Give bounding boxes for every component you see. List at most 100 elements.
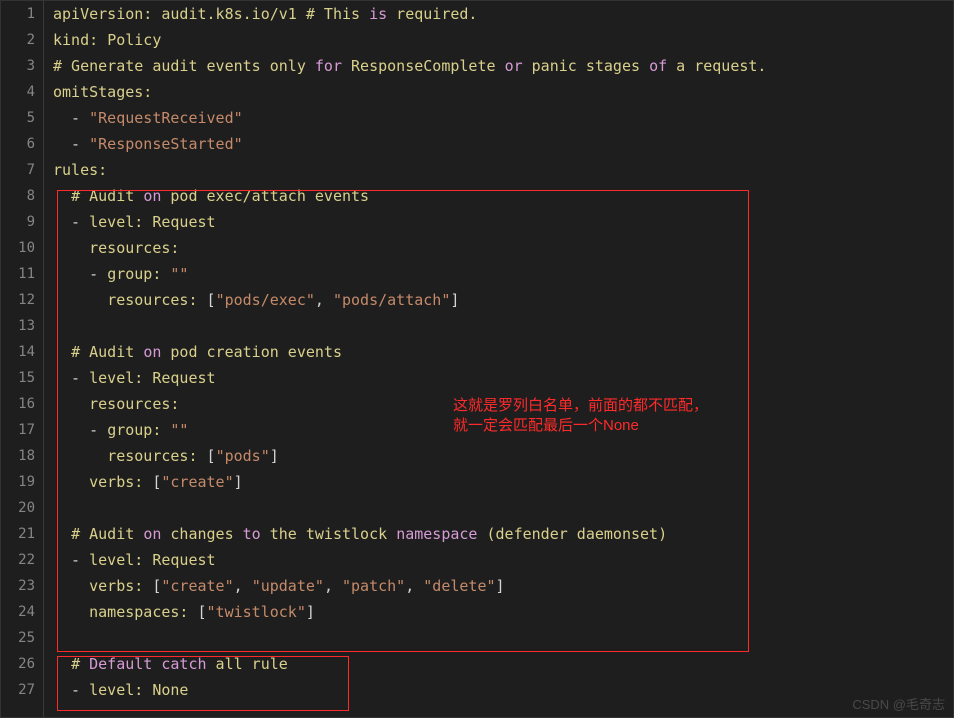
token-key: level: <box>89 213 143 231</box>
token-punc <box>143 213 152 231</box>
token-key: rules: <box>53 161 107 179</box>
token-key: level: <box>89 369 143 387</box>
token-text: Request <box>152 551 215 569</box>
token-key: resources: <box>89 239 179 257</box>
line-number: 26 <box>1 651 43 677</box>
code-line[interactable]: verbs: ["create"] <box>43 469 953 495</box>
token-punc: ] <box>270 447 279 465</box>
code-line[interactable]: - "ResponseStarted" <box>43 131 953 157</box>
token-str: "patch" <box>342 577 405 595</box>
line-number: 24 <box>1 599 43 625</box>
code-line[interactable]: - group: "" <box>43 261 953 287</box>
token-punc: - <box>53 681 89 699</box>
line-number: 17 <box>1 417 43 443</box>
code-line[interactable]: namespaces: ["twistlock"] <box>43 599 953 625</box>
line-number: 25 <box>1 625 43 651</box>
token-str: "" <box>170 265 188 283</box>
token-kw: namespace <box>396 525 477 543</box>
code-line[interactable]: rules: <box>43 157 953 183</box>
token-punc <box>53 187 71 205</box>
token-kw: of <box>649 57 667 75</box>
code-line[interactable]: - group: "" <box>43 417 953 443</box>
token-key: group: <box>107 421 161 439</box>
token-text: # This <box>306 5 369 23</box>
line-number: 9 <box>1 209 43 235</box>
token-str: "update" <box>252 577 324 595</box>
code-line[interactable] <box>43 625 953 651</box>
code-line[interactable]: # Default catch all rule <box>43 651 953 677</box>
code-line[interactable]: resources: <box>43 391 953 417</box>
code-line[interactable]: omitStages: <box>43 79 953 105</box>
token-punc: ] <box>306 603 315 621</box>
token-punc: [ <box>188 603 206 621</box>
token-str: "delete" <box>423 577 495 595</box>
token-kw: to <box>243 525 261 543</box>
line-number: 3 <box>1 53 43 79</box>
code-content-area[interactable]: apiVersion: audit.k8s.io/v1 # This is re… <box>43 1 953 717</box>
token-punc: - <box>53 421 107 439</box>
code-line[interactable]: # Audit on pod exec/attach events <box>43 183 953 209</box>
token-text: all rule <box>207 655 288 673</box>
token-str: "create" <box>161 577 233 595</box>
line-number: 4 <box>1 79 43 105</box>
token-text: ResponseComplete <box>342 57 505 75</box>
token-text: None <box>152 681 188 699</box>
code-line[interactable]: resources: <box>43 235 953 261</box>
token-key: resources: <box>107 447 197 465</box>
token-kw: Default <box>89 655 152 673</box>
code-line[interactable]: apiVersion: audit.k8s.io/v1 # This is re… <box>43 1 953 27</box>
line-number: 21 <box>1 521 43 547</box>
code-line[interactable] <box>43 495 953 521</box>
code-line[interactable]: # Audit on pod creation events <box>43 339 953 365</box>
line-number: 11 <box>1 261 43 287</box>
token-punc: , <box>405 577 423 595</box>
token-key: resources: <box>107 291 197 309</box>
token-text: (defender daemonset) <box>477 525 667 543</box>
line-number: 1 <box>1 1 43 27</box>
line-number: 7 <box>1 157 43 183</box>
token-punc <box>143 551 152 569</box>
line-number: 27 <box>1 677 43 703</box>
code-line[interactable]: kind: Policy <box>43 27 953 53</box>
token-str: "RequestReceived" <box>89 109 243 127</box>
token-key: resources: <box>89 395 179 413</box>
code-line[interactable]: - level: Request <box>43 365 953 391</box>
token-punc: [ <box>198 291 216 309</box>
token-str: "pods" <box>216 447 270 465</box>
code-line[interactable]: - "RequestReceived" <box>43 105 953 131</box>
code-editor[interactable]: 1234567891011121314151617181920212223242… <box>0 0 954 718</box>
code-line[interactable]: - level: None <box>43 677 953 703</box>
token-punc <box>53 603 89 621</box>
token-punc: - <box>53 369 89 387</box>
token-text: Request <box>152 213 215 231</box>
code-line[interactable]: # Generate audit events only for Respons… <box>43 53 953 79</box>
code-line[interactable]: resources: ["pods/exec", "pods/attach"] <box>43 287 953 313</box>
line-number: 2 <box>1 27 43 53</box>
token-text: # Audit <box>71 525 143 543</box>
token-key: namespaces: <box>89 603 188 621</box>
line-number: 22 <box>1 547 43 573</box>
code-line[interactable]: resources: ["pods"] <box>43 443 953 469</box>
token-key: group: <box>107 265 161 283</box>
code-line[interactable]: - level: Request <box>43 209 953 235</box>
token-punc <box>53 239 89 257</box>
code-line[interactable] <box>43 313 953 339</box>
token-str: "ResponseStarted" <box>89 135 243 153</box>
token-text: Request <box>152 369 215 387</box>
code-line[interactable]: - level: Request <box>43 547 953 573</box>
token-key: level: <box>89 681 143 699</box>
code-line[interactable]: # Audit on changes to the twistlock name… <box>43 521 953 547</box>
line-number: 8 <box>1 183 43 209</box>
token-punc: - <box>53 109 89 127</box>
token-punc: - <box>53 551 89 569</box>
token-punc <box>53 525 71 543</box>
token-text: Policy <box>107 31 161 49</box>
token-key: omitStages: <box>53 83 152 101</box>
token-punc: ] <box>450 291 459 309</box>
token-punc: [ <box>143 577 161 595</box>
token-text: pod exec/attach events <box>161 187 369 205</box>
line-number: 6 <box>1 131 43 157</box>
line-number: 16 <box>1 391 43 417</box>
token-kw: catch <box>161 655 206 673</box>
code-line[interactable]: verbs: ["create", "update", "patch", "de… <box>43 573 953 599</box>
